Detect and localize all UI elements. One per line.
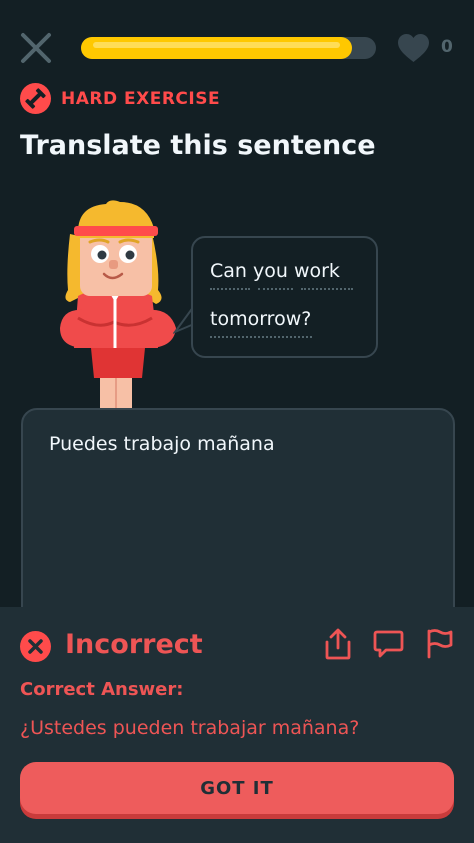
answer-text: Puedes trabajo mañana (49, 433, 275, 455)
hard-exercise-label: HARD EXERCISE (61, 89, 221, 109)
report-button[interactable] (423, 627, 455, 660)
word-hint-underline[interactable] (301, 288, 353, 290)
prompt-line-2: tomorrow? (210, 308, 312, 330)
incorrect-badge (20, 631, 51, 662)
close-icon (21, 33, 51, 63)
prompt-line-1: Can you work (210, 260, 340, 282)
dumbbell-icon (25, 88, 46, 109)
comment-button[interactable] (372, 628, 405, 660)
got-it-button[interactable]: GOT IT (20, 762, 454, 814)
word-hint-underline[interactable] (210, 336, 312, 338)
comment-icon (373, 630, 404, 658)
feedback-status: Incorrect (65, 629, 203, 660)
x-icon (28, 639, 43, 654)
progress-highlight (93, 42, 340, 48)
flag-icon (427, 629, 453, 659)
hard-exercise-badge (20, 83, 51, 114)
close-button[interactable] (18, 30, 54, 66)
speech-bubble: Can you work tomorrow? (191, 236, 378, 358)
correct-answer-label: Correct Answer: (20, 679, 184, 700)
progress-fill (81, 37, 352, 59)
word-hint-underline[interactable] (210, 288, 250, 290)
share-button[interactable] (322, 627, 354, 661)
page-title: Translate this sentence (20, 130, 376, 161)
character-illustration (60, 200, 176, 410)
heart-icon (398, 34, 429, 62)
share-icon (325, 628, 351, 660)
progress-bar (81, 37, 376, 59)
word-hint-underline[interactable] (258, 288, 293, 290)
correct-answer-text: ¿Ustedes pueden trabajar mañana? (20, 717, 360, 739)
hearts-count: 0 (441, 37, 453, 57)
